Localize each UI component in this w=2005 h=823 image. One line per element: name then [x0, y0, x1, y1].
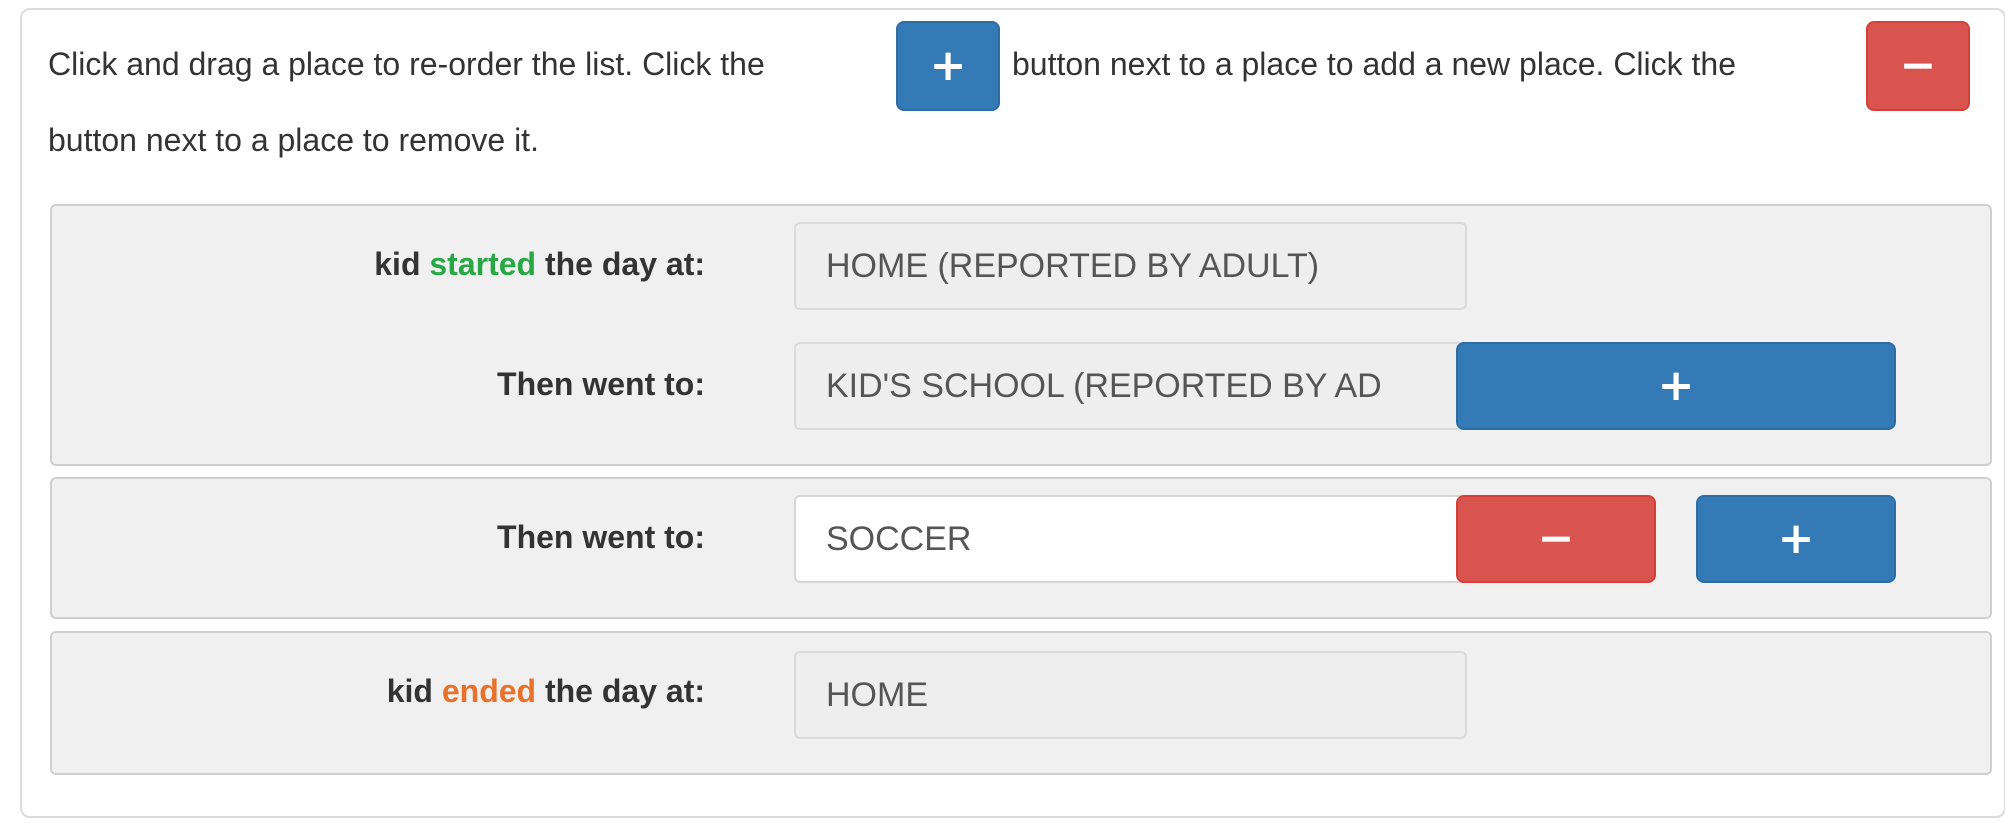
end-place-field — [794, 651, 1467, 739]
ended-word: ended — [441, 673, 537, 709]
soccer-place-field[interactable] — [794, 495, 1467, 583]
instruction-text-1: Click and drag a place to re-order the l… — [48, 46, 765, 82]
start-label: kid started the day at: — [374, 246, 705, 282]
then-went-to-label-2: Then went to: — [497, 519, 705, 555]
place-group-start[interactable]: kid started the day at: Then went to: + — [50, 204, 1992, 466]
started-word: started — [429, 246, 537, 282]
school-place-field — [794, 342, 1467, 430]
instruction-text-2: button next to a place to add a new plac… — [1012, 46, 1737, 82]
plus-icon: + — [929, 40, 967, 91]
add-place-button-2[interactable]: + — [1696, 495, 1896, 583]
start-place-field — [794, 222, 1467, 310]
inline-add-button: + — [896, 21, 1000, 111]
inline-remove-button: − — [1866, 21, 1970, 111]
minus-icon: − — [1537, 513, 1575, 564]
add-place-button-1[interactable]: + — [1456, 342, 1896, 430]
plus-icon: + — [1777, 513, 1815, 564]
remove-place-button[interactable]: − — [1456, 495, 1656, 583]
place-group-end[interactable]: kid ended the day at: — [50, 631, 1992, 775]
instruction-text-3: button next to a place to remove it. — [48, 122, 539, 158]
end-label: kid ended the day at: — [386, 673, 705, 709]
then-went-to-label-1: Then went to: — [497, 366, 705, 402]
plus-icon: + — [1657, 360, 1695, 411]
minus-icon: − — [1899, 40, 1937, 91]
place-group-soccer[interactable]: Then went to: − + — [50, 477, 1992, 619]
